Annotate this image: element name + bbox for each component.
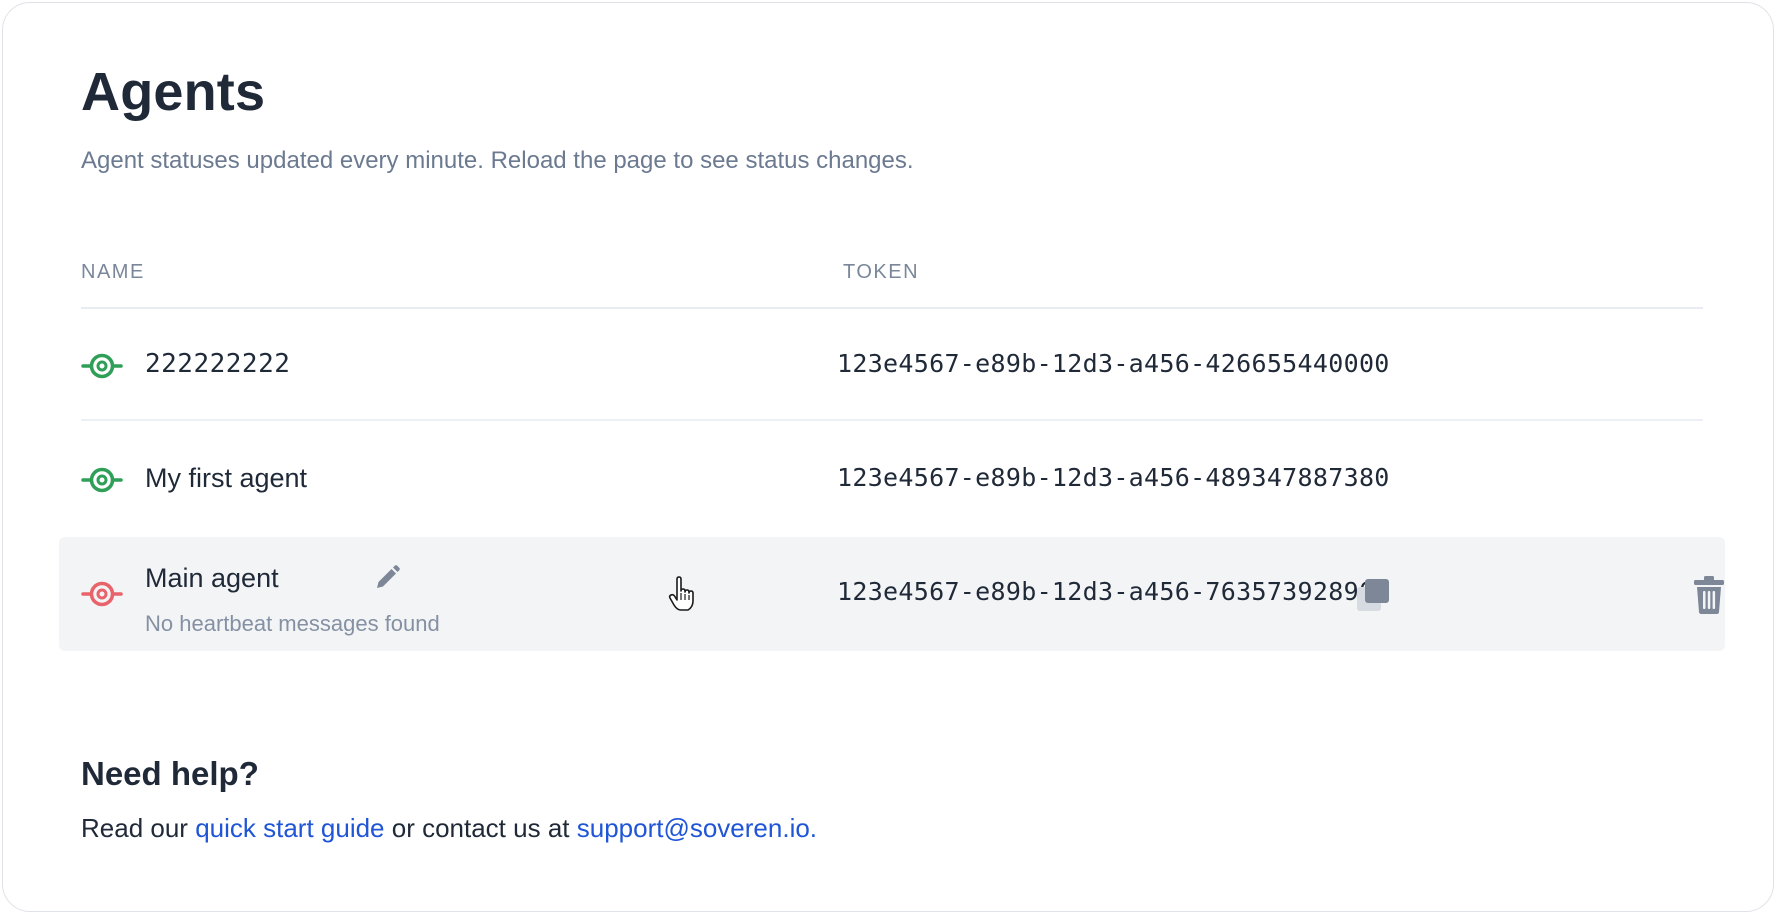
pencil-icon[interactable] [372, 563, 402, 593]
table-header: NAME TOKEN [81, 243, 1703, 309]
column-header-name: NAME [81, 261, 145, 283]
agents-card: Agents Agent statuses updated every minu… [2, 2, 1774, 912]
agent-name: 222222222 [145, 349, 291, 379]
table-row[interactable]: Main agent No heartbeat messages found 1… [59, 537, 1725, 651]
help-text-middle: or contact us at [384, 813, 577, 843]
help-text-before: Read our [81, 813, 196, 843]
agent-name: Main agent [145, 563, 279, 593]
agent-name: My first agent [145, 463, 308, 493]
agent-token: 123e4567-e89b-12d3-a456-489347887380 [837, 463, 1390, 492]
hand-pointer-icon [668, 576, 694, 611]
column-header-token: TOKEN [843, 261, 920, 283]
agent-token: 123e4567-e89b-12d3-a456-763573928900 [837, 577, 1390, 606]
agent-token: 123e4567-e89b-12d3-a456-426655440000 [837, 349, 1390, 378]
page-subtitle: Agent statuses updated every minute. Rel… [81, 147, 914, 174]
trash-icon[interactable] [1690, 575, 1728, 615]
help-title: Need help? [81, 755, 259, 792]
page-title: Agents [81, 62, 266, 122]
heartbeat-hint: No heartbeat messages found [145, 611, 440, 636]
help-text: Read our quick start guide or contact us… [81, 813, 817, 844]
row-divider [81, 419, 1703, 421]
offline-signal-icon [81, 581, 123, 607]
online-signal-icon [81, 467, 123, 493]
quick-start-guide-link[interactable]: quick start guide [195, 813, 384, 843]
online-signal-icon [81, 353, 123, 379]
table-row[interactable]: My first agent 123e4567-e89b-12d3-a456-4… [59, 423, 1725, 535]
table-row[interactable]: 222222222 123e4567-e89b-12d3-a456-426655… [59, 309, 1725, 421]
support-email-link[interactable]: support@soveren.io. [577, 813, 817, 843]
copy-icon[interactable] [1353, 575, 1393, 615]
